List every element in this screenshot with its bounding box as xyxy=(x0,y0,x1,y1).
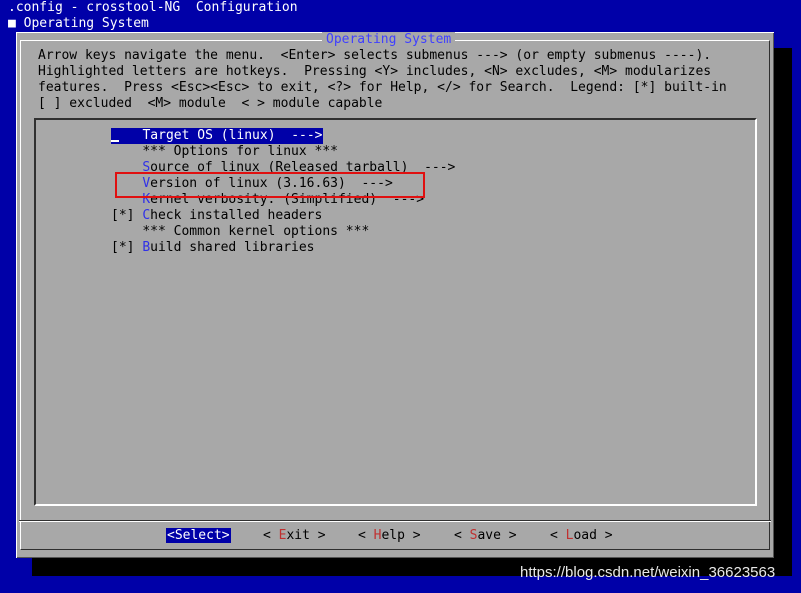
select-button[interactable]: <Select> xyxy=(166,528,231,544)
menu-item-checkbox: [*] xyxy=(111,240,143,255)
menu-item-options-comment[interactable]: *** Options for linux *** xyxy=(111,144,338,160)
select-button-label: <Select> xyxy=(166,528,231,543)
menu-item-target-os[interactable]: Target OS (linux) ---> xyxy=(111,128,323,144)
menu-item-shared-libs[interactable]: [*] Build shared libraries xyxy=(111,240,315,256)
button-bracket: > xyxy=(596,528,613,543)
highlight-box xyxy=(115,172,425,198)
help-line-3: features. Press <Esc><Esc> to exit, <?> … xyxy=(38,80,727,95)
help-button[interactable]: < Help > xyxy=(358,528,421,544)
bullet-icon: ■ xyxy=(8,16,16,31)
menu-item-hotkey: C xyxy=(142,208,151,223)
menu-item-label: Target OS (linux) ---> xyxy=(142,128,323,143)
button-label: elp xyxy=(381,528,405,543)
menu-item-label: heck installed headers xyxy=(150,208,323,223)
cursor-icon xyxy=(111,130,119,142)
help-line-2: Highlighted letters are hotkeys. Pressin… xyxy=(38,64,712,79)
menu-item-prefix xyxy=(111,224,142,239)
button-bracket: < xyxy=(263,528,279,543)
menu-item-label: *** Options for linux *** xyxy=(142,144,338,159)
help-line-1: Arrow keys navigate the menu. <Enter> se… xyxy=(38,48,712,63)
menu-item-hotkey: B xyxy=(142,240,151,255)
button-bracket: < xyxy=(358,528,374,543)
button-bracket: < xyxy=(454,528,470,543)
menu-item-label: *** Common kernel options *** xyxy=(142,224,370,239)
dialog-title: Operating System xyxy=(322,32,456,48)
load-button[interactable]: < Load > xyxy=(550,528,613,544)
button-bracket: > xyxy=(500,528,517,543)
breadcrumb-label: Operating System xyxy=(15,16,149,31)
button-separator xyxy=(19,520,771,522)
breadcrumb: ■ Operating System xyxy=(8,16,149,32)
watermark: https://blog.csdn.net/weixin_36623563 xyxy=(520,564,776,581)
menu-item-label: uild shared libraries xyxy=(150,240,315,255)
config-dialog: Operating System Arrow keys navigate the… xyxy=(16,32,774,558)
menu-item-checkbox: [*] xyxy=(111,208,143,223)
button-bracket: > xyxy=(309,528,326,543)
button-label: xit xyxy=(286,528,310,543)
button-label: ave xyxy=(477,528,501,543)
exit-button[interactable]: < Exit > xyxy=(263,528,326,544)
window-title: .config - crosstool-NG Configuration xyxy=(8,0,298,15)
menu-item-prefix xyxy=(111,144,142,159)
menu-item-check-headers[interactable]: [*] Check installed headers xyxy=(111,208,322,224)
button-bracket: < xyxy=(550,528,566,543)
save-button[interactable]: < Save > xyxy=(454,528,517,544)
menu-item-common-comment[interactable]: *** Common kernel options *** xyxy=(111,224,369,240)
button-bracket: > xyxy=(404,528,421,543)
help-line-4: [ ] excluded <M> module < > module capab… xyxy=(38,96,383,111)
button-label: oad xyxy=(573,528,597,543)
